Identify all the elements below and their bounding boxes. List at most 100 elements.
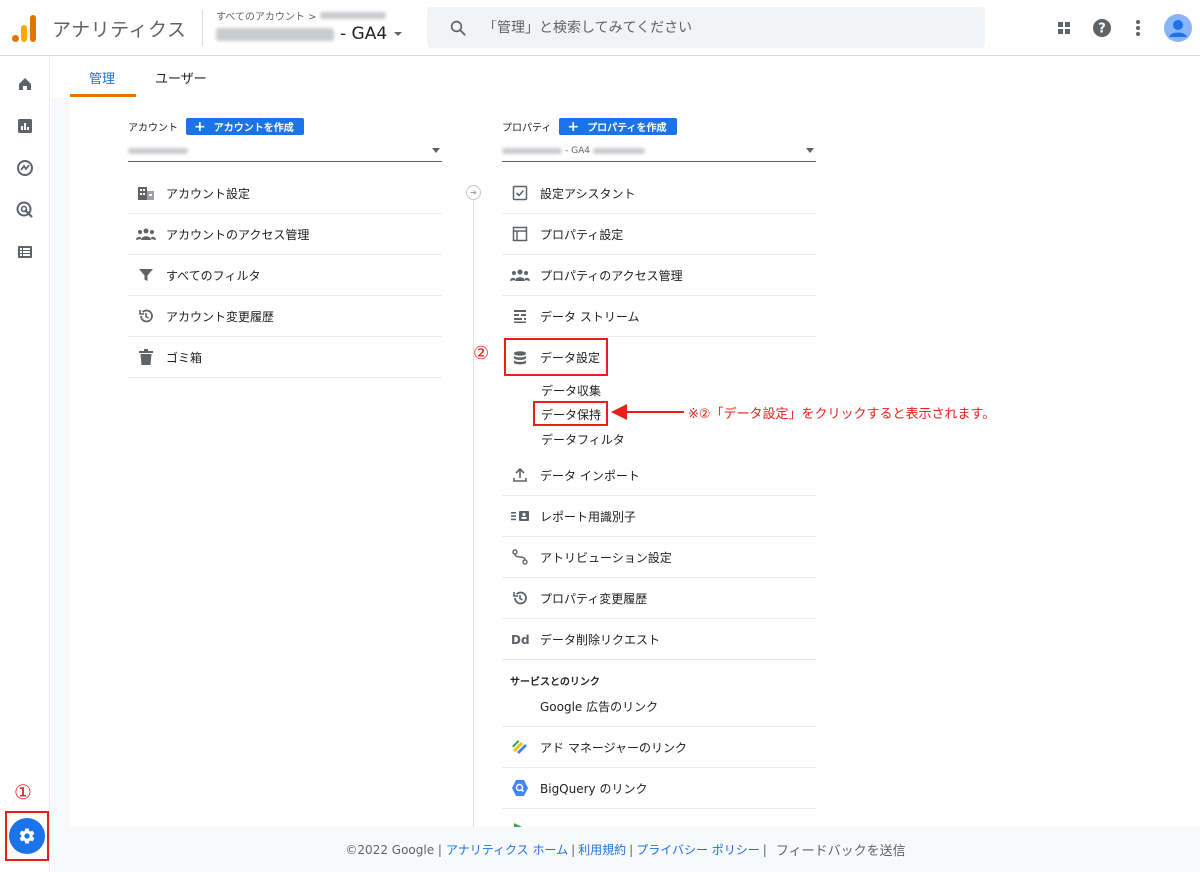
account-column-header: アカウント + アカウントを作成: [128, 118, 304, 135]
display-video-link-item-partial[interactable]: [502, 809, 816, 827]
footer: ©2022 Google | アナリティクス ホーム | 利用規約 | プライバ…: [51, 827, 1200, 872]
reporting-identity-item[interactable]: レポート用識別子: [502, 496, 816, 537]
account-change-history-item[interactable]: アカウント変更履歴: [128, 296, 442, 337]
filter-icon: [136, 265, 156, 285]
header-divider: [202, 10, 203, 46]
active-tab-indicator: [70, 94, 136, 97]
account-header-label: アカウント: [128, 123, 178, 134]
data-streams-label: データ ストリーム: [540, 309, 640, 324]
search-input[interactable]: [483, 19, 963, 36]
apps-grid-icon[interactable]: [1046, 10, 1082, 46]
annotation-marker-2: ②: [473, 343, 490, 364]
data-deletion-requests-item[interactable]: Dd データ削除リクエスト: [502, 619, 816, 660]
ad-manager-link-item[interactable]: アド マネージャーのリンク: [502, 727, 816, 768]
property-suffix: - GA4: [340, 24, 388, 44]
account-breadcrumb[interactable]: すべてのアカウント >: [216, 8, 387, 23]
admin-settings-button[interactable]: [9, 818, 45, 854]
data-import-label: データ インポート: [540, 468, 640, 483]
annotation-note: ※②「データ設定」をクリックすると表示されます。: [688, 407, 996, 422]
footer-feedback-link[interactable]: フィードバックを送信: [776, 840, 906, 859]
property-selector[interactable]: - GA4: [502, 140, 816, 162]
more-vert-icon[interactable]: [1120, 10, 1156, 46]
explore-icon[interactable]: [15, 158, 35, 178]
home-icon[interactable]: [15, 74, 35, 94]
blurred-account-name: [320, 12, 387, 19]
dd-icon: Dd: [510, 629, 530, 649]
configure-list-icon[interactable]: [15, 242, 35, 262]
caret-down-icon: [394, 32, 403, 36]
property-access-item[interactable]: プロパティのアクセス管理: [502, 255, 816, 296]
data-retention-highlight: [533, 401, 608, 426]
account-access-label: アカウントのアクセス管理: [166, 227, 310, 242]
property-access-label: プロパティのアクセス管理: [540, 268, 683, 283]
property-change-history-label: プロパティ変更履歴: [540, 591, 648, 606]
google-ads-link-item[interactable]: Google 広告のリンク: [502, 686, 816, 727]
property-settings-label: プロパティ設定: [540, 227, 624, 242]
reports-icon[interactable]: [15, 116, 35, 136]
ad-manager-icon: [510, 737, 530, 757]
breadcrumb-all-accounts[interactable]: すべてのアカウント >: [216, 8, 316, 23]
create-property-button[interactable]: + プロパティを作成: [559, 118, 677, 135]
advertising-icon[interactable]: [15, 200, 35, 220]
analytics-logo-icon[interactable]: [12, 14, 38, 42]
property-column-header: プロパティ + プロパティを作成: [502, 118, 677, 135]
create-account-label: アカウントを作成: [213, 123, 294, 134]
history-icon: [510, 588, 530, 608]
annotation-arrow-head: [611, 404, 627, 420]
search-icon: [450, 20, 466, 36]
tab-admin[interactable]: 管理: [89, 68, 115, 87]
data-streams-item[interactable]: データ ストリーム: [502, 296, 816, 337]
data-import-item[interactable]: データ インポート: [502, 455, 816, 496]
blurred-property-name: [216, 27, 334, 41]
search-bar[interactable]: [427, 7, 985, 48]
bigquery-icon: [510, 778, 530, 798]
upload-icon: [510, 465, 530, 485]
tab-user[interactable]: ユーザー: [155, 68, 207, 87]
property-selector-suffix: - GA4: [565, 145, 590, 156]
account-access-item[interactable]: アカウントのアクセス管理: [128, 214, 442, 255]
all-filters-label: すべてのフィルタ: [166, 268, 261, 283]
bigquery-link-label: BigQuery のリンク: [540, 781, 648, 796]
footer-privacy-link[interactable]: プライバシー ポリシー: [636, 841, 760, 858]
people-icon: [510, 265, 530, 285]
gear-icon: [19, 828, 35, 844]
data-collection-item[interactable]: データ収集: [541, 382, 601, 399]
building-icon: [136, 183, 156, 203]
header-actions: ?: [1046, 0, 1200, 56]
caret-down-icon: [806, 148, 814, 153]
account-avatar[interactable]: [1160, 10, 1196, 46]
reporting-identity-label: レポート用識別子: [540, 509, 637, 524]
plus-icon: +: [194, 118, 206, 135]
checkbox-icon: [510, 183, 530, 203]
account-settings-label: アカウント設定: [166, 186, 251, 201]
all-filters-item[interactable]: すべてのフィルタ: [128, 255, 442, 296]
create-property-label: プロパティを作成: [587, 123, 667, 134]
create-account-button[interactable]: + アカウントを作成: [186, 118, 304, 135]
account-selector[interactable]: [128, 140, 442, 162]
property-switcher[interactable]: - GA4: [216, 24, 403, 44]
data-filters-item[interactable]: データフィルタ: [541, 431, 625, 448]
google-ads-icon: [510, 696, 530, 716]
footer-separator: |: [629, 842, 634, 857]
property-settings-item[interactable]: プロパティ設定: [502, 214, 816, 255]
account-settings-item[interactable]: アカウント設定: [128, 173, 442, 214]
annotation-arrow-line: [626, 411, 684, 413]
footer-separator: |: [571, 842, 576, 857]
arrow-right-circle-icon: ➔: [466, 185, 481, 200]
trash-icon: [136, 347, 156, 367]
display-video-icon: [510, 819, 530, 827]
admin-gear-highlight: [5, 811, 49, 861]
plus-icon: +: [567, 118, 580, 135]
bigquery-link-item[interactable]: BigQuery のリンク: [502, 768, 816, 809]
footer-analytics-home-link[interactable]: アナリティクス ホーム: [446, 841, 568, 858]
setup-assistant-label: 設定アシスタント: [540, 186, 636, 201]
setup-assistant-item[interactable]: 設定アシスタント: [502, 173, 816, 214]
trash-item[interactable]: ゴミ箱: [128, 337, 442, 378]
help-icon[interactable]: ?: [1084, 10, 1120, 46]
ad-manager-link-label: アド マネージャーのリンク: [540, 740, 687, 755]
property-change-history-item[interactable]: プロパティ変更履歴: [502, 578, 816, 619]
data-settings-highlight: [504, 338, 608, 376]
footer-terms-link[interactable]: 利用規約: [578, 841, 626, 858]
attribution-settings-item[interactable]: アトリビューション設定: [502, 537, 816, 578]
top-app-bar: アナリティクス すべてのアカウント > - GA4 ?: [0, 0, 1200, 56]
